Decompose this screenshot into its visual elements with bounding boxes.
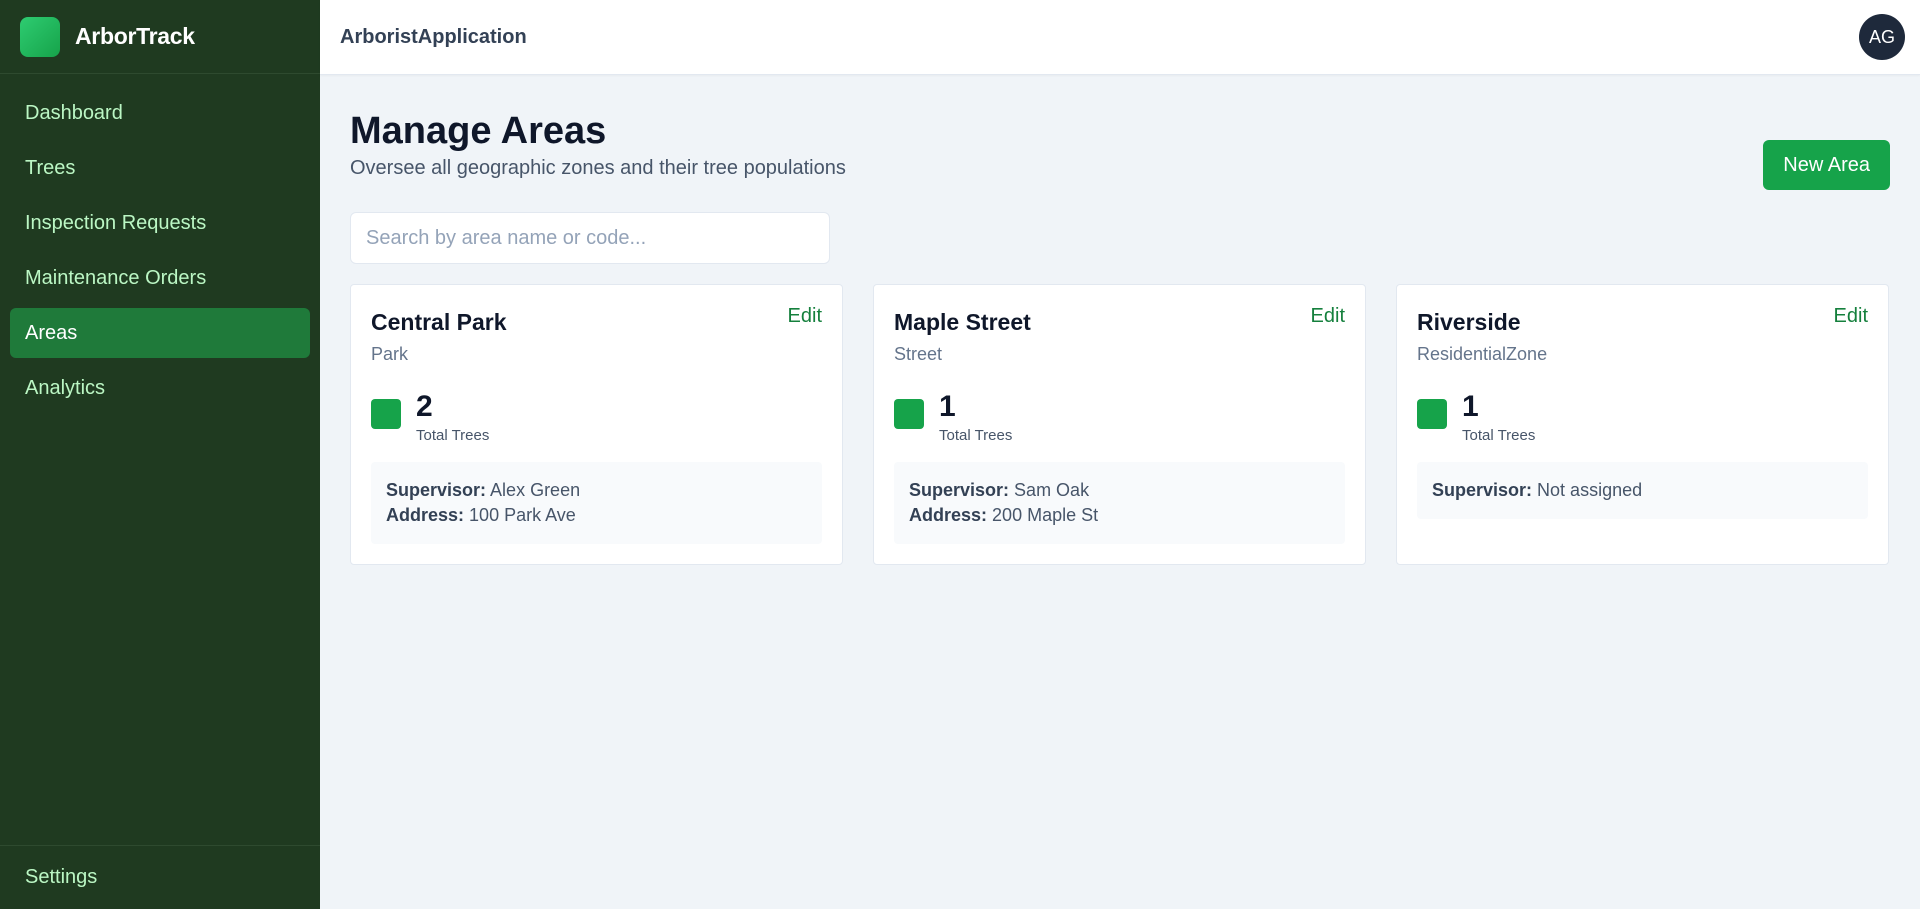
brand[interactable]: ArborTrack: [0, 0, 320, 74]
sidebar-item-analytics[interactable]: Analytics: [10, 363, 310, 413]
sidebar-nav: Dashboard Trees Inspection Requests Main…: [0, 74, 320, 845]
area-card: Riverside Edit ResidentialZone 1 Total T…: [1396, 284, 1889, 565]
sidebar-item-inspection-requests[interactable]: Inspection Requests: [10, 198, 310, 248]
sidebar-item-trees[interactable]: Trees: [10, 143, 310, 193]
area-name: Maple Street: [894, 309, 1031, 335]
supervisor-label: Supervisor:: [909, 480, 1010, 500]
address-label: Address:: [386, 505, 465, 525]
sidebar-item-dashboard[interactable]: Dashboard: [10, 88, 310, 138]
page-header: Manage Areas Oversee all geographic zone…: [350, 75, 1890, 190]
top-bar: ArboristApplication AG: [320, 0, 1920, 75]
brand-name: ArborTrack: [75, 23, 195, 49]
supervisor-label: Supervisor:: [386, 480, 487, 500]
area-name: Central Park: [371, 309, 507, 335]
sidebar-item-maintenance-orders[interactable]: Maintenance Orders: [10, 253, 310, 303]
page-subtitle: Oversee all geographic zones and their t…: [350, 157, 846, 179]
tree-count: 1: [939, 390, 956, 423]
new-area-button[interactable]: New Area: [1763, 140, 1890, 190]
address-label: Address:: [909, 505, 988, 525]
logo-icon: [20, 16, 60, 57]
supervisor-value: Alex Green: [490, 480, 581, 500]
avatar[interactable]: AG: [1859, 14, 1905, 60]
supervisor-value: Not assigned: [1537, 480, 1643, 500]
address-value: 200 Maple St: [992, 505, 1099, 525]
search-input[interactable]: [350, 212, 830, 264]
tree-count-label: Total Trees: [416, 427, 490, 444]
tree-stat: 2 Total Trees: [371, 391, 822, 444]
main-content: Manage Areas Oversee all geographic zone…: [350, 75, 1890, 565]
sidebar-item-areas[interactable]: Areas: [10, 308, 310, 358]
area-cards: Central Park Edit Park 2 Total Trees Sup…: [350, 284, 1890, 565]
area-card: Maple Street Edit Street 1 Total Trees S…: [873, 284, 1366, 565]
area-card: Central Park Edit Park 2 Total Trees Sup…: [350, 284, 843, 565]
area-type: Park: [371, 344, 409, 364]
area-name: Riverside: [1417, 309, 1521, 335]
area-info: Supervisor: Sam Oak Address: 200 Maple S…: [894, 462, 1345, 544]
tree-count-label: Total Trees: [1462, 427, 1536, 444]
app-name: ArboristApplication: [340, 25, 527, 48]
page-title: Manage Areas: [350, 110, 607, 152]
area-type: ResidentialZone: [1417, 344, 1548, 364]
tree-count-label: Total Trees: [939, 427, 1013, 444]
area-info: Supervisor: Alex Green Address: 100 Park…: [371, 462, 822, 544]
address-value: 100 Park Ave: [469, 505, 576, 525]
tree-count: 2: [416, 390, 433, 423]
tree-count: 1: [1462, 390, 1479, 423]
sidebar-item-settings[interactable]: Settings: [0, 845, 320, 909]
edit-link[interactable]: Edit: [1311, 305, 1345, 336]
sidebar: ArborTrack Dashboard Trees Inspection Re…: [0, 0, 320, 909]
edit-link[interactable]: Edit: [788, 305, 822, 336]
tree-icon: [1417, 399, 1447, 429]
tree-icon: [894, 399, 924, 429]
area-type: Street: [894, 344, 943, 364]
tree-stat: 1 Total Trees: [894, 391, 1345, 444]
edit-link[interactable]: Edit: [1834, 305, 1868, 336]
tree-icon: [371, 399, 401, 429]
supervisor-value: Sam Oak: [1014, 480, 1090, 500]
area-info: Supervisor: Not assigned: [1417, 462, 1868, 519]
tree-stat: 1 Total Trees: [1417, 391, 1868, 444]
supervisor-label: Supervisor:: [1432, 480, 1533, 500]
